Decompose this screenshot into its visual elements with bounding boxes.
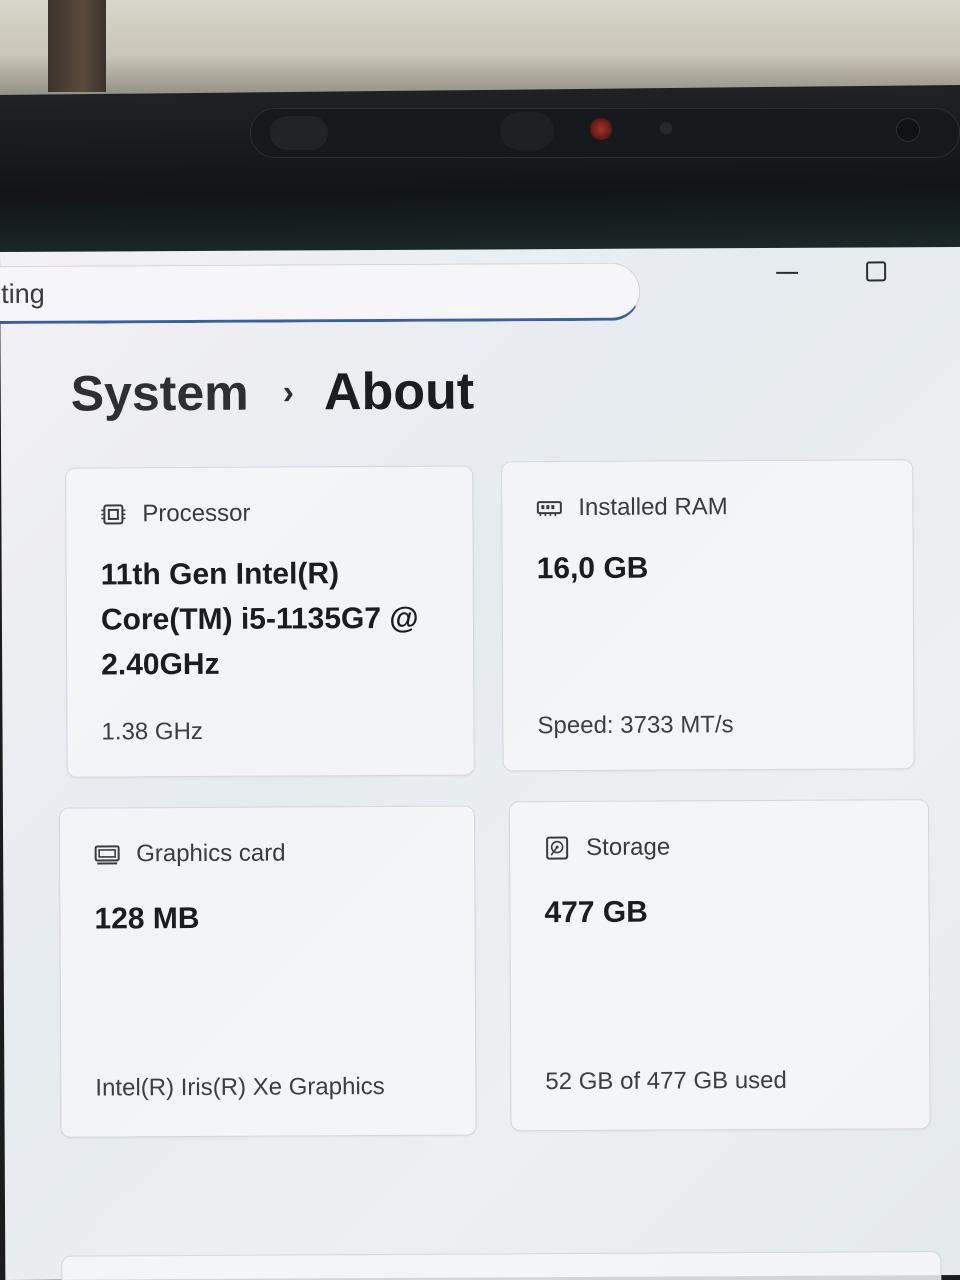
storage-card-header: Storage [544,833,670,862]
graphics-card-icon [94,842,120,866]
ram-card[interactable]: Installed RAM 16,0 GB Speed: 3733 MT/s [501,459,915,772]
graphics-card[interactable]: Graphics card 128 MB Intel(R) Iris(R) Xe… [58,805,477,1138]
storage-usage: 52 GB of 477 GB used [545,1066,787,1096]
storage-total-value: 477 GB [544,895,648,930]
search-input-value: ting [1,278,45,309]
background-room [0,0,960,100]
processor-card-header: Processor [100,500,250,529]
storage-label: Storage [586,833,671,861]
chevron-right-icon: › [282,372,295,412]
graphics-label: Graphics card [136,839,286,868]
processor-label: Processor [142,499,251,528]
graphics-card-header: Graphics card [94,840,286,869]
next-section-card [61,1251,942,1280]
processor-value: 11th Gen Intel(R) Core(TM) i5-1135G7 @ 2… [100,557,419,682]
settings-window: ting System › About Processor 11th Gen I… [0,246,960,1280]
processor-chip-icon [100,502,126,526]
breadcrumb-system-link[interactable]: System [71,364,249,423]
graphics-memory-value: 128 MB [94,901,200,936]
graphics-adapter-name: Intel(R) Iris(R) Xe Graphics [95,1072,385,1102]
storage-card[interactable]: Storage 477 GB 52 GB of 477 GB used [508,799,931,1132]
ram-value: 16,0 GB [536,551,649,586]
breadcrumb: System › About [71,362,475,424]
storage-drive-icon [544,836,570,860]
page-title: About [323,362,475,422]
ambient-light-sensor [660,122,672,134]
secondary-sensor [896,118,920,142]
processor-speed: 1.38 GHz [101,717,203,746]
processor-card[interactable]: Processor 11th Gen Intel(R) Core(TM) i5-… [65,465,475,778]
background-wooden-post [48,0,106,92]
webcam-lens-surround [500,112,554,150]
ram-module-icon [536,496,562,520]
minimize-icon[interactable] [776,271,799,274]
maximize-icon[interactable] [866,261,887,282]
ram-label: Installed RAM [578,493,728,521]
ram-speed: Speed: 3733 MT/s [537,711,734,740]
ram-card-header: Installed RAM [536,493,728,522]
ir-sensor [270,116,328,150]
search-input[interactable]: ting [0,262,641,325]
webcam-lens [590,118,612,140]
